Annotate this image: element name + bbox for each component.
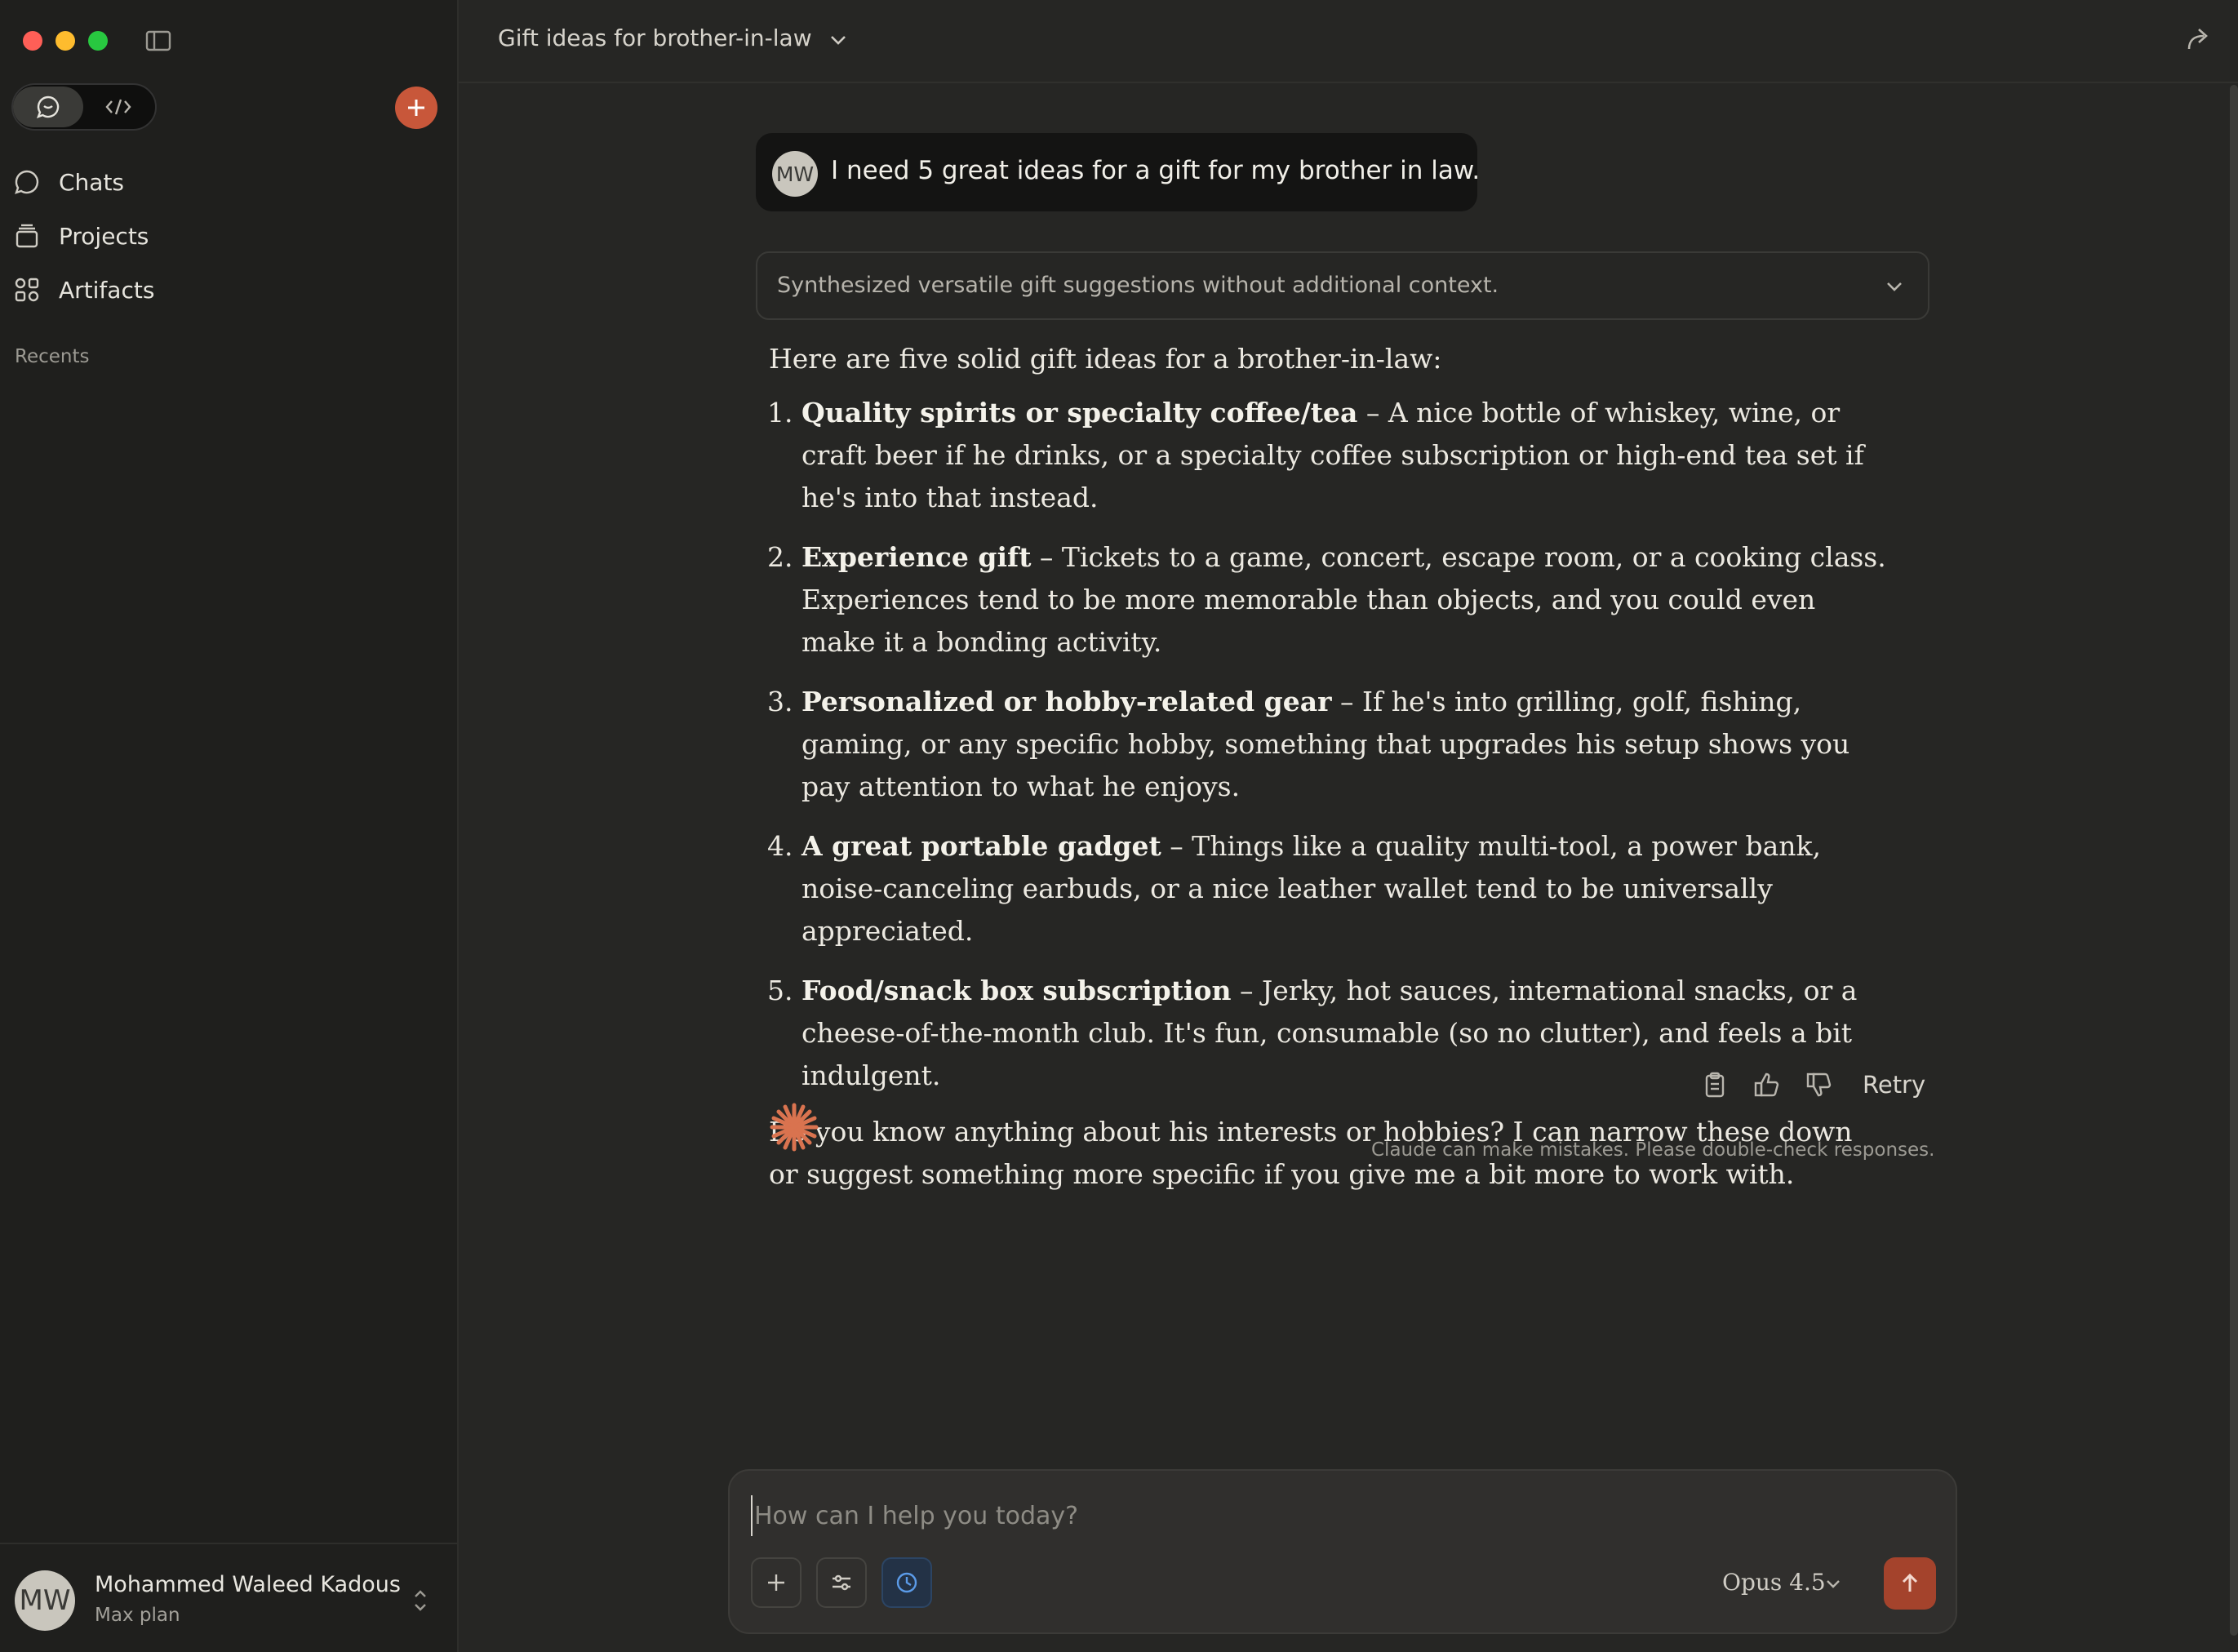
plus-icon bbox=[408, 100, 424, 116]
send-button[interactable] bbox=[1884, 1557, 1936, 1610]
gift-ideas-list: Quality spirits or specialty coffee/tea … bbox=[769, 392, 1887, 1097]
clock-icon bbox=[896, 1572, 917, 1593]
code-icon bbox=[105, 99, 131, 115]
chevron-down-icon bbox=[1887, 282, 1902, 291]
user-plan: Max plan bbox=[95, 1605, 180, 1626]
minimize-window-button[interactable] bbox=[56, 31, 75, 51]
sidebar-item-chats[interactable]: Chats bbox=[13, 155, 154, 209]
avatar: MW bbox=[15, 1570, 75, 1631]
thinking-summary[interactable]: Synthesized versatile gift suggestions w… bbox=[756, 251, 1929, 320]
chevron-updown-icon bbox=[415, 1590, 426, 1611]
sidebar: Chats Projects Artifacts Recents MW Moha… bbox=[0, 0, 459, 1652]
user-message-text: I need 5 great ideas for a gift for my b… bbox=[831, 156, 1481, 185]
artifacts-grid-icon bbox=[15, 278, 39, 302]
list-item-title: Food/snack box subscription bbox=[802, 975, 1232, 1006]
copy-icon[interactable] bbox=[1701, 1071, 1729, 1099]
mode-switch bbox=[11, 83, 157, 131]
sidebar-nav: Chats Projects Artifacts bbox=[13, 155, 154, 317]
sidebar-item-label: Chats bbox=[59, 168, 125, 196]
plus-icon bbox=[768, 1574, 784, 1591]
chat-bubble-icon bbox=[15, 170, 39, 194]
sliders-icon bbox=[833, 1574, 850, 1591]
extended-thinking-toggle[interactable] bbox=[881, 1557, 932, 1608]
list-item-title: Quality spirits or specialty coffee/tea bbox=[802, 397, 1358, 429]
thumbs-down-icon[interactable] bbox=[1805, 1071, 1833, 1099]
folder-stack-icon bbox=[16, 224, 38, 248]
recents-heading: Recents bbox=[15, 346, 90, 367]
response-intro: Here are five solid gift ideas for a bro… bbox=[769, 343, 1442, 375]
maximize-window-button[interactable] bbox=[88, 31, 108, 51]
assistant-response: Here are five solid gift ideas for a bro… bbox=[769, 338, 1887, 1196]
claude-logo-icon bbox=[770, 1103, 819, 1152]
list-item-title: A great portable gadget bbox=[802, 830, 1161, 862]
share-icon[interactable] bbox=[2184, 24, 2214, 54]
sidebar-item-artifacts[interactable]: Artifacts bbox=[13, 263, 154, 317]
retry-button[interactable]: Retry bbox=[1863, 1071, 1925, 1099]
thumbs-up-icon[interactable] bbox=[1753, 1071, 1781, 1099]
thinking-summary-text: Synthesized versatile gift suggestions w… bbox=[777, 273, 1499, 298]
list-item: Personalized or hobby-related gear – If … bbox=[802, 681, 1887, 808]
new-chat-button[interactable] bbox=[395, 87, 437, 129]
code-mode-button[interactable] bbox=[83, 87, 153, 127]
sidebar-item-label: Artifacts bbox=[59, 276, 155, 304]
disclaimer-text: Claude can make mistakes. Please double-… bbox=[1371, 1139, 1935, 1161]
chat-title[interactable]: Gift ideas for brother-in-law bbox=[498, 24, 812, 51]
window-controls bbox=[23, 31, 108, 51]
chat-mode-button[interactable] bbox=[13, 87, 83, 127]
chevron-down-icon[interactable] bbox=[1823, 1574, 1843, 1593]
list-item: A great portable gadget – Things like a … bbox=[802, 825, 1887, 953]
user-name: Mohammed Waleed Kadous bbox=[95, 1572, 401, 1597]
avatar: MW bbox=[772, 151, 818, 197]
user-message: MW I need 5 great ideas for a gift for m… bbox=[756, 133, 1481, 211]
list-item: Experience gift – Tickets to a game, con… bbox=[802, 536, 1887, 664]
message-actions: Retry bbox=[1701, 1071, 1925, 1099]
user-menu[interactable]: MW Mohammed Waleed Kadous Max plan bbox=[0, 1543, 457, 1652]
sidebar-item-label: Projects bbox=[59, 222, 149, 250]
chevron-down-icon[interactable] bbox=[828, 29, 849, 51]
message-input[interactable] bbox=[751, 1495, 1898, 1536]
list-item-title: Experience gift bbox=[802, 541, 1032, 573]
arrow-up-icon bbox=[1902, 1573, 1918, 1592]
chat-header: Gift ideas for brother-in-law bbox=[459, 0, 2238, 83]
sidebar-item-projects[interactable]: Projects bbox=[13, 209, 154, 263]
attach-button[interactable] bbox=[751, 1557, 802, 1608]
composer: Opus 4.5 bbox=[728, 1469, 1957, 1634]
sidebar-toggle-icon[interactable] bbox=[145, 29, 171, 52]
list-item: Quality spirits or specialty coffee/tea … bbox=[802, 392, 1887, 519]
chat-mode-icon bbox=[36, 95, 60, 119]
close-window-button[interactable] bbox=[23, 31, 42, 51]
scrollbar[interactable] bbox=[2230, 85, 2238, 1636]
tools-button[interactable] bbox=[816, 1557, 867, 1608]
model-selector[interactable]: Opus 4.5 bbox=[1722, 1569, 1826, 1596]
list-item-title: Personalized or hobby-related gear bbox=[802, 686, 1332, 717]
